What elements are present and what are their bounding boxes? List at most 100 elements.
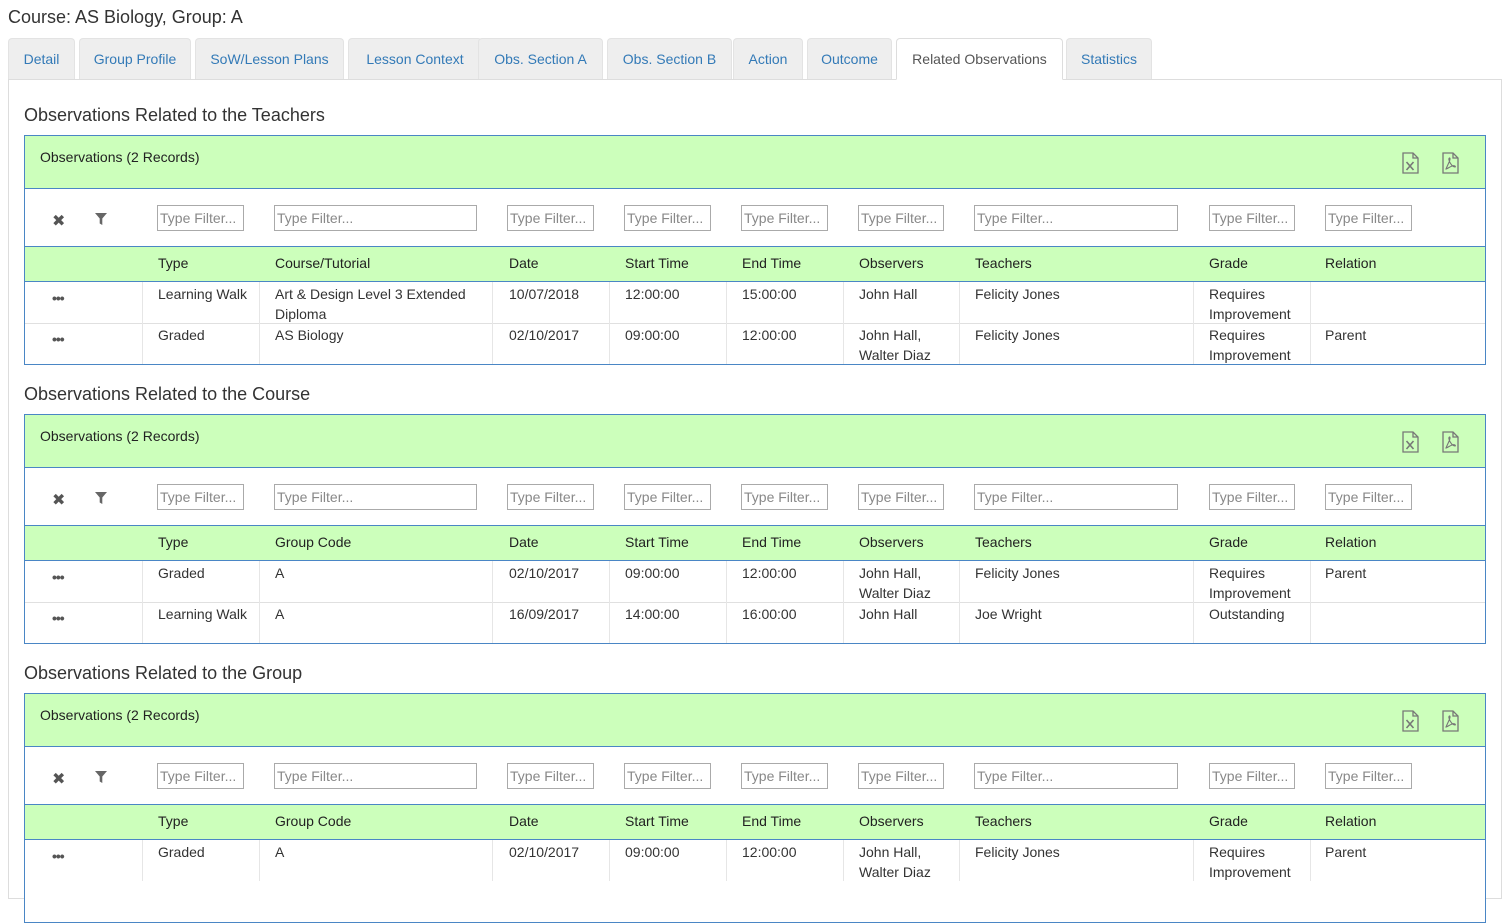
column-header[interactable]: Type [158,534,188,550]
filter-input[interactable] [507,763,594,789]
pdf-export-icon[interactable] [1441,431,1459,453]
tab-outcome[interactable]: Outcome [807,38,892,79]
tab-action[interactable]: Action [733,38,803,79]
column-header[interactable]: End Time [742,813,801,829]
tab-obs-section-b[interactable]: Obs. Section B [607,38,732,79]
column-header[interactable]: Teachers [975,534,1032,550]
tab-related-observations[interactable]: Related Observations [896,38,1063,80]
column-header[interactable]: Group Code [275,813,351,829]
table-cell: John Hall [859,286,918,302]
table-cell: Requires Improvement [1209,565,1291,601]
column-header[interactable]: Grade [1209,534,1248,550]
tab-statistics[interactable]: Statistics [1066,38,1152,79]
filter-input[interactable] [858,484,944,510]
row-menu-ellipsis-icon[interactable]: ••• [52,610,65,626]
row-menu-ellipsis-icon[interactable]: ••• [52,569,65,585]
column-header[interactable]: Observers [859,534,924,550]
column-divider [259,561,260,602]
filter-input[interactable] [1325,484,1412,510]
column-header[interactable]: Start Time [625,255,689,271]
column-header[interactable]: Course/Tutorial [275,255,370,271]
table-cell: A [275,565,285,581]
filter-input[interactable] [507,205,594,231]
column-header[interactable]: Teachers [975,813,1032,829]
filter-input[interactable] [274,205,477,231]
filter-input[interactable] [858,763,944,789]
filter-input[interactable] [624,763,711,789]
clear-filter-icon[interactable]: ✖ [52,211,65,231]
tab-group-profile[interactable]: Group Profile [79,38,191,79]
filter-input[interactable] [858,205,944,231]
filter-input[interactable] [741,763,828,789]
filter-input[interactable] [1325,205,1412,231]
filter-input[interactable] [741,205,828,231]
tab-obs-section-a[interactable]: Obs. Section A [478,38,603,79]
column-header[interactable]: Date [509,534,539,550]
funnel-icon[interactable] [94,770,108,784]
pdf-export-icon[interactable] [1441,710,1459,732]
column-divider [609,323,610,364]
column-header[interactable]: Date [509,813,539,829]
table-header-row: Type Group Code Date Start Time End Time Obse… [25,805,1485,840]
filter-input[interactable] [1209,763,1295,789]
excel-export-icon[interactable] [1401,431,1419,453]
filter-input[interactable] [157,484,244,510]
filter-input[interactable] [974,205,1178,231]
tab-lesson-context[interactable]: Lesson Context [348,38,482,79]
column-header[interactable]: Type [158,255,188,271]
column-header[interactable]: Relation [1325,534,1376,550]
column-header[interactable]: Observers [859,813,924,829]
column-divider [1193,323,1194,364]
funnel-icon[interactable] [94,212,108,226]
column-divider [142,561,143,602]
column-header[interactable]: Grade [1209,813,1248,829]
column-header[interactable]: Group Code [275,534,351,550]
column-header[interactable]: End Time [742,255,801,271]
filter-input[interactable] [274,763,477,789]
column-header[interactable]: Type [158,813,188,829]
column-header[interactable]: Start Time [625,534,689,550]
filter-input[interactable] [157,763,244,789]
table-row: ••• Learning Walk Art & Design Level 3 Ext… [25,282,1485,324]
excel-export-icon[interactable] [1401,152,1419,174]
clear-filter-icon[interactable]: ✖ [52,490,65,510]
row-menu-ellipsis-icon[interactable]: ••• [52,331,65,347]
column-header[interactable]: Relation [1325,813,1376,829]
column-header[interactable]: Date [509,255,539,271]
table-cell: 12:00:00 [742,565,797,581]
row-menu-ellipsis-icon[interactable]: ••• [52,290,65,306]
funnel-icon[interactable] [94,491,108,505]
pdf-export-icon[interactable] [1441,152,1459,174]
column-divider [492,602,493,643]
table-cell: 10/07/2018 [509,286,580,302]
column-divider [726,323,727,364]
column-header[interactable]: Observers [859,255,924,271]
column-header[interactable]: Grade [1209,255,1248,271]
filter-input[interactable] [507,484,594,510]
table-cell: Felicity Jones [975,286,1060,302]
filter-input[interactable] [624,484,711,510]
filter-input[interactable] [974,763,1178,789]
filter-input[interactable] [624,205,711,231]
clear-filter-icon[interactable]: ✖ [52,769,65,789]
filter-input[interactable] [157,205,244,231]
filter-input[interactable] [1325,763,1412,789]
column-divider [492,282,493,323]
excel-export-icon[interactable] [1401,710,1419,732]
column-header[interactable]: Relation [1325,255,1376,271]
filter-input[interactable] [1209,205,1295,231]
row-menu-ellipsis-icon[interactable]: ••• [52,848,65,864]
table-cell: 02/10/2017 [509,844,580,860]
column-header[interactable]: Start Time [625,813,689,829]
filter-input[interactable] [1209,484,1295,510]
table-cell: 02/10/2017 [509,327,580,343]
tab-sow-lesson-plans[interactable]: SoW/Lesson Plans [195,38,344,79]
filter-input[interactable] [274,484,477,510]
filter-input[interactable] [741,484,828,510]
tab-detail[interactable]: Detail [8,38,75,79]
filter-input[interactable] [974,484,1178,510]
column-divider [1193,561,1194,602]
table-cell: Requires Improvement [1209,844,1291,880]
column-header[interactable]: End Time [742,534,801,550]
column-header[interactable]: Teachers [975,255,1032,271]
